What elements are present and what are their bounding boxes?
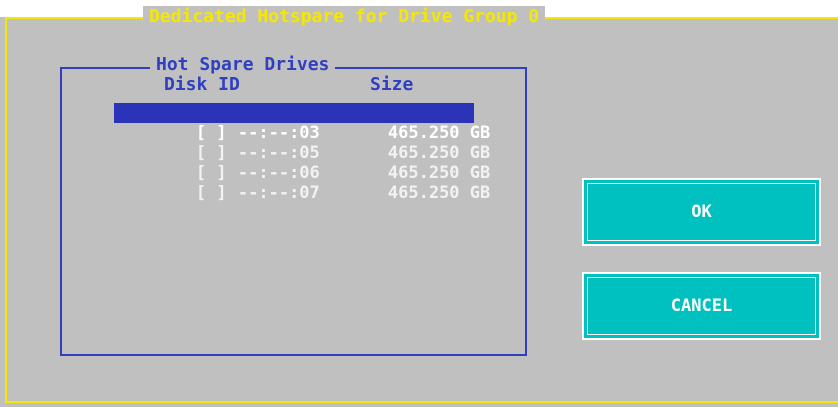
column-header-size: Size [370,74,414,95]
drive-list: [ ] --:--:03 465.250 GB [ ] --:--:05 465.250… [114,103,490,203]
column-header-disk-id: Disk ID [164,74,240,95]
disk-id: --:--:07 [237,183,320,203]
dialog-title: Dedicated Hotspare for Drive Group 0 [143,6,546,28]
cancel-button-face: CANCEL [587,277,816,335]
list-item[interactable]: [ ] --:--:05 465.250 GB [114,123,490,163]
group-title: Hot Spare Drives [150,54,336,76]
screen: Dedicated Hotspare for Drive Group 0 Hot… [0,0,838,407]
cancel-button-label: CANCEL [670,296,733,316]
list-item[interactable]: [ ] --:--:03 465.250 GB [114,103,490,143]
ok-button-label: OK [691,202,712,222]
frame-line-left [5,17,143,19]
cancel-button[interactable]: CANCEL [582,272,821,340]
list-item[interactable]: [ ] --:--:07 465.250 GB [114,163,490,203]
drive-checkbox[interactable]: [ ] [196,183,238,203]
column-headers: Disk ID Size [164,74,444,96]
ok-button[interactable]: OK [582,178,821,246]
frame-line-right [780,17,838,19]
drive-size: 465.250 GB [387,183,491,203]
list-item[interactable]: [ ] --:--:06 465.250 GB [114,143,490,183]
hotspare-dialog: Dedicated Hotspare for Drive Group 0 Hot… [0,0,838,407]
ok-button-face: OK [587,183,816,241]
